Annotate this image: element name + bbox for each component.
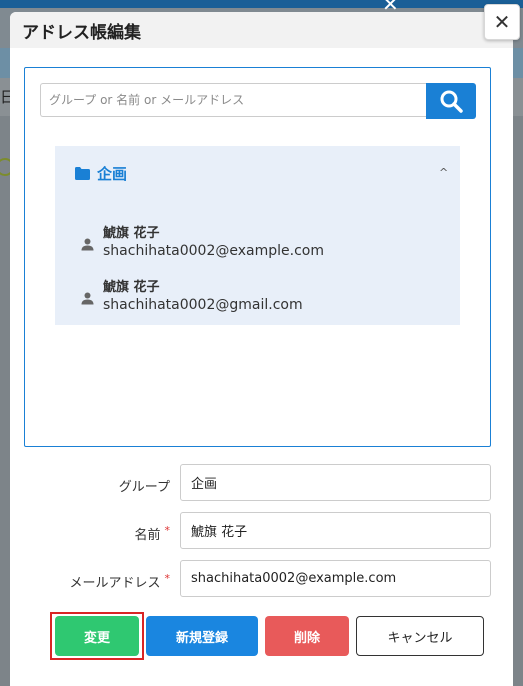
group-header[interactable]: 企画 [75, 163, 127, 184]
name-field-value: 鯱旗 花子 [191, 525, 248, 540]
cancel-button[interactable]: キャンセル [356, 616, 484, 656]
group-field[interactable]: 企画 [180, 464, 491, 501]
entry-name: 鯱旗 花子 [103, 280, 160, 295]
search-icon [440, 90, 463, 113]
person-icon [81, 292, 94, 305]
dialog-header: アドレス帳編集 [10, 12, 513, 48]
group-name: 企画 [97, 165, 128, 183]
email-field-value: shachihata0002@example.com [191, 571, 397, 586]
person-icon [81, 238, 94, 251]
required-mark: * [164, 572, 171, 585]
email-field[interactable]: shachihata0002@example.com [180, 560, 491, 597]
close-icon: ✕ [493, 10, 511, 34]
name-label-text: 名前 [134, 528, 161, 543]
group-field-value: 企画 [191, 477, 218, 492]
name-label: 名前 * [20, 524, 170, 543]
group-section: 企画 ^ 鯱旗 花子 shachihata0002@example.com 鯱旗… [55, 146, 460, 325]
dialog-title: アドレス帳編集 [22, 23, 141, 43]
change-button[interactable]: 変更 [55, 616, 139, 656]
name-field[interactable]: 鯱旗 花子 [180, 512, 491, 549]
chevron-up-icon[interactable]: ^ [439, 166, 448, 179]
email-label: メールアドレス * [20, 572, 170, 591]
entry-email: shachihata0002@example.com [103, 243, 324, 259]
delete-button[interactable]: 削除 [265, 616, 349, 656]
entry-name: 鯱旗 花子 [103, 226, 160, 241]
search-input[interactable] [40, 83, 426, 117]
group-label-text: グループ [118, 480, 170, 495]
background-topbar [0, 0, 523, 8]
search-button[interactable] [426, 83, 476, 119]
group-label: グループ [20, 476, 170, 495]
folder-icon [75, 167, 90, 180]
entry-email: shachihata0002@gmail.com [103, 297, 303, 313]
close-button[interactable]: ✕ [484, 4, 520, 40]
address-book-edit-dialog: アドレス帳編集 ✕ 企画 ^ 鯱旗 [10, 4, 520, 686]
new-register-button[interactable]: 新規登録 [146, 616, 258, 656]
address-book-panel: 企画 ^ 鯱旗 花子 shachihata0002@example.com 鯱旗… [24, 67, 491, 447]
required-mark: * [164, 524, 171, 537]
email-label-text: メールアドレス [69, 576, 161, 591]
